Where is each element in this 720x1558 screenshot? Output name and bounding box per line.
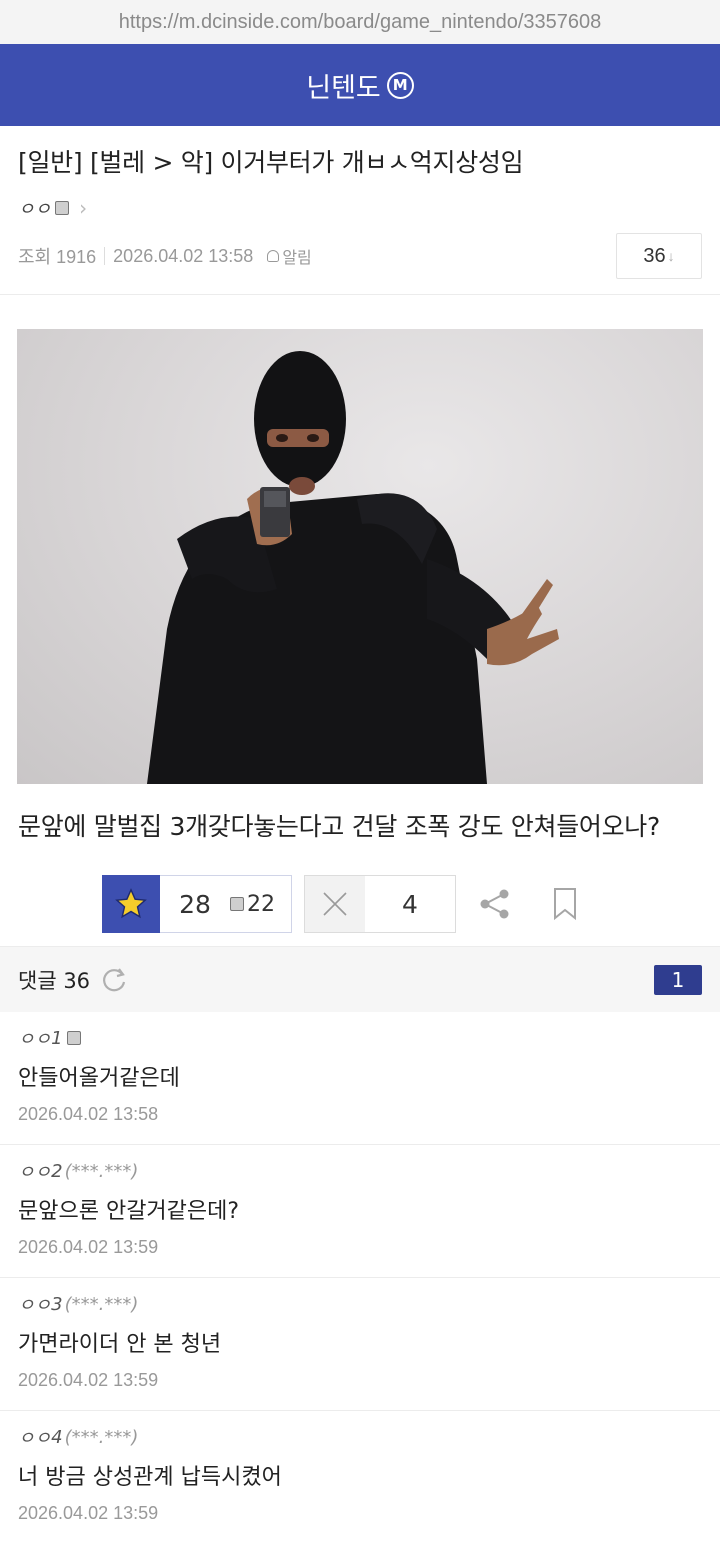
comment-author[interactable]: ㅇㅇ 2 (***.***) — [18, 1159, 702, 1184]
author-name: ㅇㅇ — [18, 199, 52, 220]
fixed-recommend-count: 22 — [247, 891, 275, 917]
url-text: https://m.dcinside.com/board/game_ninten… — [118, 10, 602, 33]
comment-date: 2026.04.02 13:59 — [18, 1237, 159, 1257]
fixed-recommend: 22 — [230, 876, 291, 932]
recommend-box: 28 22 — [102, 875, 292, 933]
comment-item: ㅇㅇ 1 안들어올거같은데 2026.04.02 13:58 — [0, 1012, 720, 1145]
comment-author-name: ㅇㅇ — [18, 1029, 52, 1050]
gallery-name: 닌텐도 — [306, 72, 381, 104]
comment-list: ㅇㅇ 1 안들어올거같은데 2026.04.02 13:58 ㅇㅇ 2 (***… — [0, 1012, 720, 1544]
bookmark-button[interactable] — [552, 887, 578, 921]
comment-ip: (***.***) — [64, 1293, 139, 1315]
post-title: [일반] [벌레 > 악] 이거부터가 개ㅂㅅ억지상성임 — [18, 148, 524, 177]
view-count: 조회 1916 — [18, 247, 97, 267]
comment-item: ㅇㅇ 2 (***.***) 문앞으론 안갈거같은데? 2026.04.02 1… — [0, 1145, 720, 1278]
comment-author-name: ㅇㅇ — [18, 1295, 52, 1316]
comment-text: 너 방금 상성관계 납득시켰어 — [18, 1465, 282, 1490]
post-meta: 조회 1916 2026.04.02 13:58 알림 36 ↓ — [18, 232, 702, 280]
comment-author[interactable]: ㅇㅇ 4 (***.***) — [18, 1425, 702, 1450]
reply-count-button[interactable]: 36 ↓ — [616, 233, 702, 279]
fixed-nick-icon — [66, 1031, 81, 1045]
comment-author[interactable]: ㅇㅇ 1 — [18, 1026, 702, 1050]
alarm-button[interactable]: 알림 — [267, 244, 312, 268]
fixed-nick-icon — [230, 897, 244, 911]
comment-item: ㅇㅇ 4 (***.***) 너 방금 상성관계 납득시켰어 2026.04.0… — [0, 1411, 720, 1544]
bell-icon — [267, 250, 280, 262]
comment-date: 2026.04.02 13:59 — [18, 1503, 159, 1523]
comment-ip: (***.***) — [64, 1426, 139, 1448]
fixed-nick-icon — [55, 201, 70, 215]
comment-author[interactable]: ㅇㅇ 3 (***.***) — [18, 1292, 702, 1317]
comment-date: 2026.04.02 13:58 — [18, 1104, 159, 1124]
comment-item: ㅇㅇ 3 (***.***) 가면라이더 안 본 청년 2026.04.02 1… — [0, 1278, 720, 1411]
bookmark-icon — [554, 888, 576, 921]
recommend-count: 28 — [179, 889, 211, 919]
post-image[interactable] — [17, 329, 703, 784]
comment-bar: 댓글 36 1 — [0, 946, 720, 1012]
comment-date: 2026.04.02 13:59 — [18, 1370, 159, 1390]
close-icon — [323, 892, 347, 916]
arrow-down-icon: ↓ — [667, 248, 675, 264]
share-button[interactable] — [478, 887, 512, 921]
url-bar[interactable]: https://m.dcinside.com/board/game_ninten… — [0, 0, 720, 44]
comment-author-suffix: 2 — [51, 1160, 63, 1182]
comment-author-name: ㅇㅇ — [18, 1428, 52, 1449]
comment-ip: (***.***) — [64, 1160, 139, 1182]
comment-author-name: ㅇㅇ — [18, 1162, 52, 1183]
reply-count: 36 — [643, 244, 666, 267]
author-row[interactable]: ㅇㅇ › — [18, 196, 702, 220]
header-divider — [0, 294, 720, 295]
comment-text: 문앞으론 안갈거같은데? — [18, 1199, 240, 1224]
gallery-header[interactable]: 닌텐도 M — [0, 44, 720, 126]
non-recommend-box: 4 — [304, 875, 456, 933]
comment-page-button[interactable]: 1 — [654, 964, 702, 995]
chevron-right-icon: › — [79, 196, 88, 220]
alarm-label: 알림 — [282, 250, 312, 267]
comment-count-label: 댓글 36 — [18, 968, 91, 993]
comment-text: 가면라이더 안 본 청년 — [18, 1332, 222, 1357]
meta-divider — [104, 247, 106, 265]
non-recommend-count: 4 — [402, 889, 418, 919]
non-recommend-button[interactable] — [305, 876, 365, 932]
reaction-row: 28 22 4 — [0, 874, 720, 934]
post-datetime: 2026.04.02 13:58 — [113, 245, 254, 266]
post-header: [일반] [벌레 > 악] 이거부터가 개ㅂㅅ억지상성임 ㅇㅇ › 조회 191… — [0, 126, 720, 280]
post-body: 문앞에 말벌집 3개갖다놓는다고 건달 조폭 강도 안쳐들어오나? — [18, 812, 660, 841]
comment-author-suffix: 3 — [51, 1293, 63, 1315]
masked-man-illustration — [147, 351, 559, 784]
comment-author-suffix: 1 — [51, 1027, 63, 1049]
minor-gallery-badge-icon: M — [386, 71, 414, 99]
refresh-icon — [103, 967, 126, 991]
refresh-button[interactable] — [100, 966, 128, 994]
star-icon — [115, 888, 147, 919]
comment-author-suffix: 4 — [51, 1426, 63, 1448]
share-icon — [480, 889, 509, 919]
recommend-button[interactable] — [102, 875, 160, 933]
comment-text: 안들어올거같은데 — [18, 1066, 180, 1091]
